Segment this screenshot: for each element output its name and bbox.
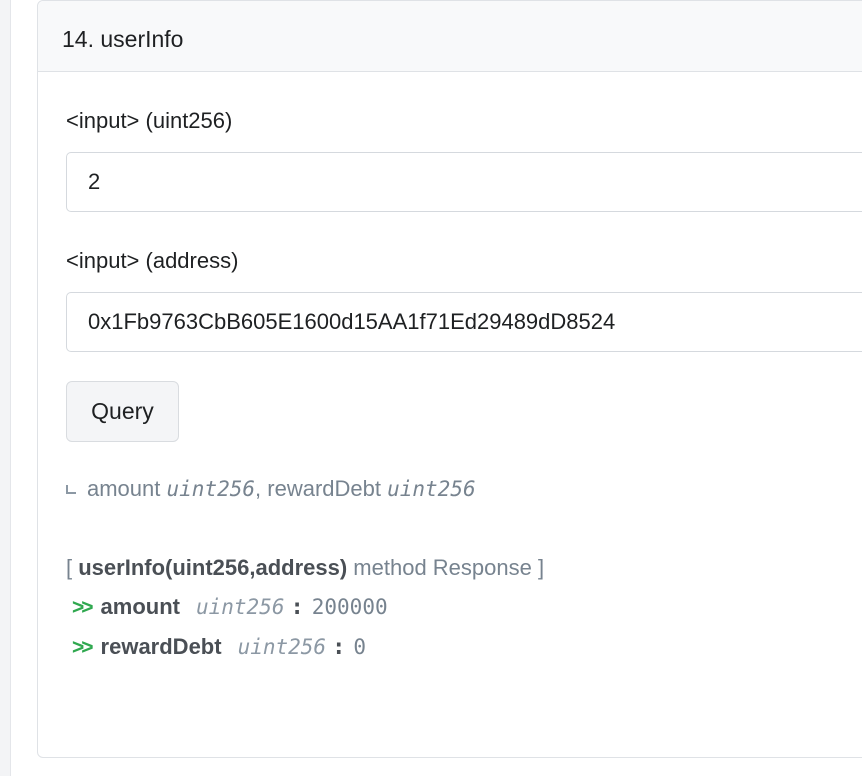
response-field-name: amount xyxy=(100,594,180,619)
output-name-amount: amount xyxy=(87,476,161,501)
response-field-value: 200000 xyxy=(311,595,388,619)
response-row: >> amount uint256:200000 xyxy=(72,593,388,622)
response-field-type: uint256 xyxy=(237,635,327,659)
output-types: amount uint256, rewardDebt uint256 xyxy=(66,475,476,503)
response-open-bracket: [ xyxy=(66,555,79,580)
output-name-rewarddebt: rewardDebt xyxy=(267,476,381,501)
response-field-name: rewardDebt xyxy=(100,634,222,659)
response-method-signature: userInfo(uint256,address) xyxy=(78,555,348,580)
input-label-uint256: <input> (uint256) xyxy=(66,108,233,133)
address-input[interactable] xyxy=(66,292,862,352)
response-field-type: uint256 xyxy=(195,595,285,619)
corner-down-right-icon xyxy=(66,485,76,494)
response-colon: : xyxy=(290,595,304,620)
response-row: >> rewardDebt uint256:0 xyxy=(72,633,366,662)
response-colon: : xyxy=(332,635,346,660)
response-field-value: 0 xyxy=(353,635,366,659)
output-type-amount: uint256 xyxy=(166,477,256,501)
double-chevron-right-icon: >> xyxy=(72,596,93,619)
output-separator: , xyxy=(255,476,268,501)
response-suffix: method Response ] xyxy=(347,555,545,580)
card-title[interactable]: 14. userInfo xyxy=(62,25,183,53)
page: 14. userInfo <input> (uint256) <input> (… xyxy=(0,0,862,776)
output-type-rewarddebt: uint256 xyxy=(387,477,476,501)
input-label-address: <input> (address) xyxy=(66,248,239,273)
response-header: [ userInfo(uint256,address) method Respo… xyxy=(66,554,544,582)
double-chevron-right-icon: >> xyxy=(72,636,93,659)
card-header[interactable]: 14. userInfo xyxy=(38,1,862,72)
query-button[interactable]: Query xyxy=(66,381,179,442)
method-card: 14. userInfo <input> (uint256) <input> (… xyxy=(37,0,862,758)
uint256-input[interactable] xyxy=(66,152,862,212)
left-gutter xyxy=(0,0,11,776)
